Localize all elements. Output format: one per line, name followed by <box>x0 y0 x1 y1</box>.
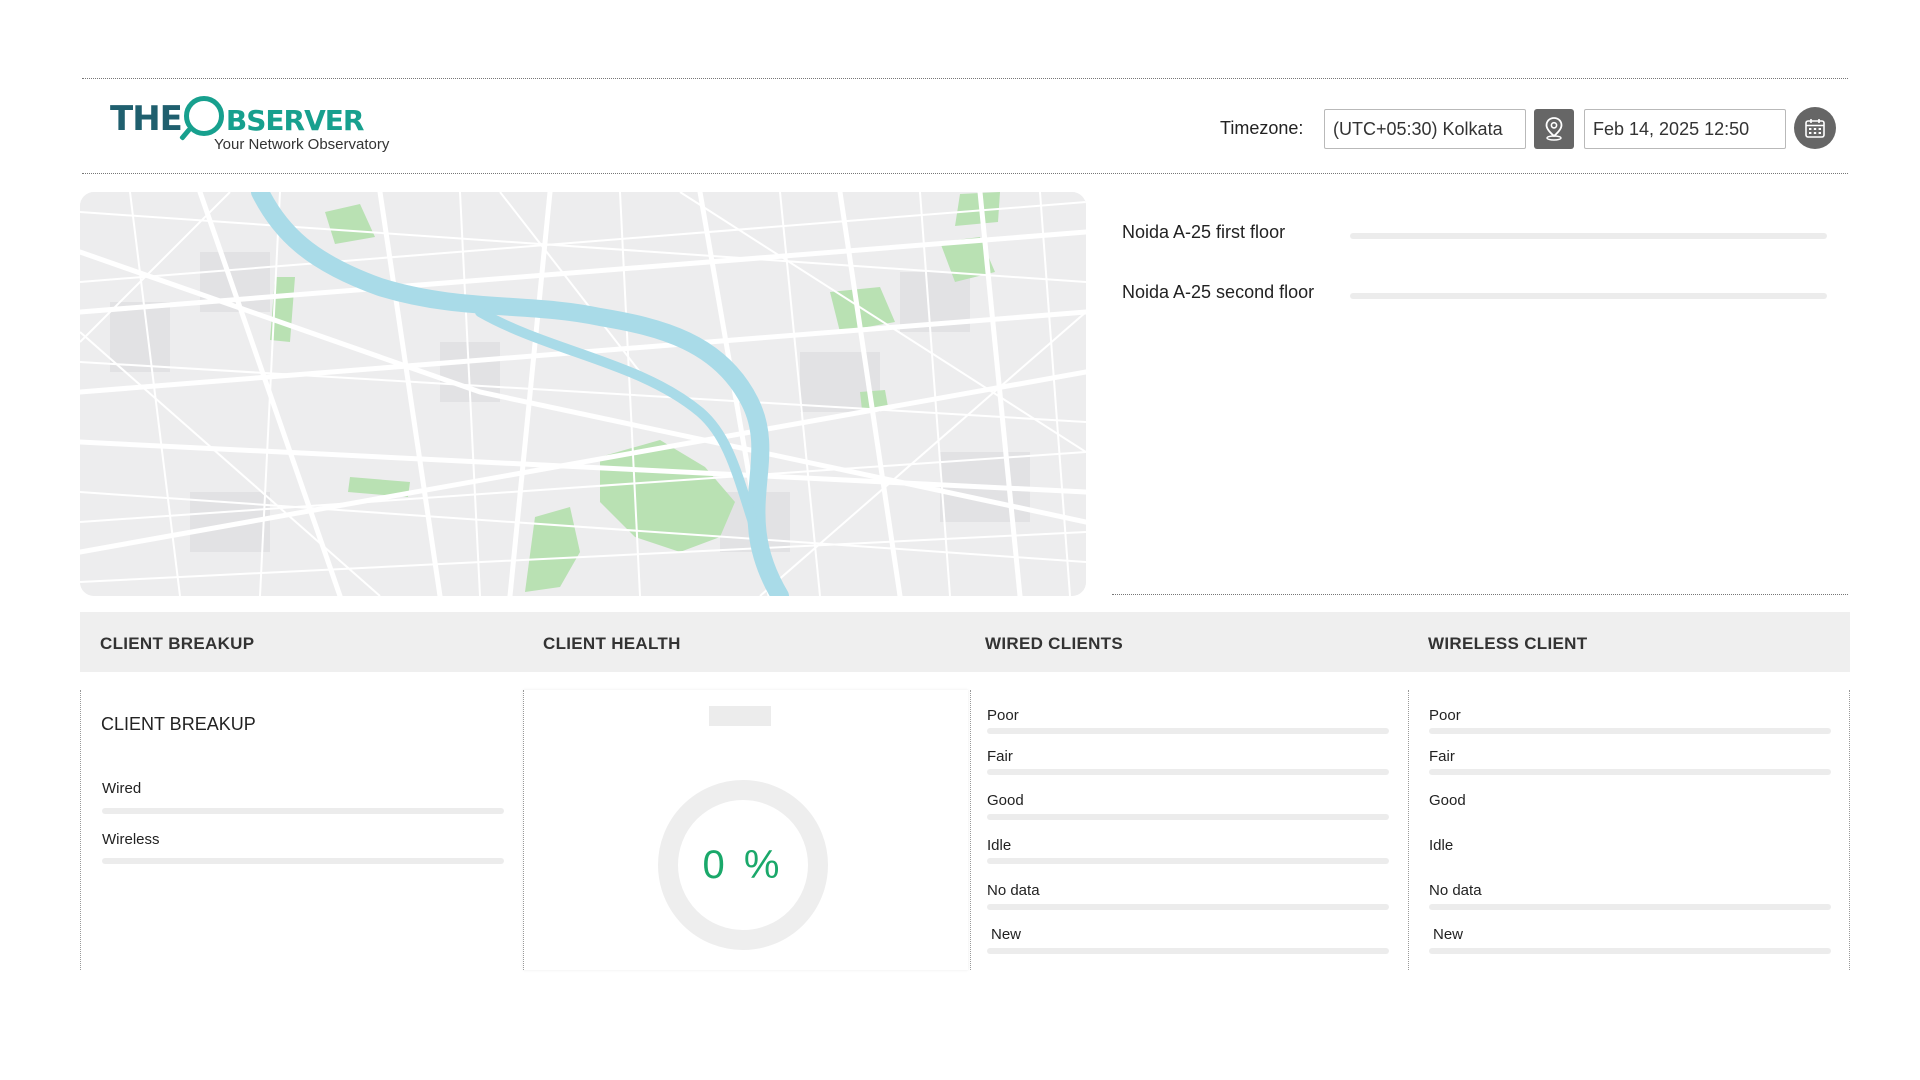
logo-wordmark: THE BSERVER <box>110 96 365 139</box>
section-title-wired-clients: WIRED CLIENTS <box>985 634 1124 653</box>
section-title-wireless-client: WIRELESS CLIENT <box>1428 634 1588 653</box>
magnifier-icon <box>183 96 224 136</box>
client-health-panel: 0 % <box>523 690 968 970</box>
floor-bar-first <box>1350 233 1827 239</box>
map-canvas <box>80 192 1086 596</box>
wired-label-fair: Fair <box>987 748 1013 765</box>
floor-list-divider <box>1112 594 1848 595</box>
wireless-label-good: Good <box>1429 792 1466 809</box>
wired-bar-new <box>987 948 1389 954</box>
wireless-bar-new <box>1429 948 1831 954</box>
section-header-bar: CLIENT BREAKUP CLIENT HEALTH WIRED CLIEN… <box>80 612 1850 672</box>
wireless-bar-fair <box>1429 769 1831 775</box>
header-divider <box>82 173 1848 174</box>
client-breakup-panel: CLIENT BREAKUP Wired Wireless <box>80 690 518 970</box>
wireless-label-new: New <box>1433 926 1464 943</box>
floor-bar-second <box>1350 293 1827 299</box>
datetime-field[interactable]: Feb 14, 2025 12:50 <box>1584 109 1786 149</box>
timezone-select[interactable]: (UTC+05:30) Kolkata <box>1324 109 1526 149</box>
wired-bar-fair <box>987 769 1389 775</box>
health-tab-placeholder <box>709 706 771 726</box>
client-breakup-heading: CLIENT BREAKUP <box>101 714 256 734</box>
calendar-icon <box>1805 119 1825 138</box>
wireless-label-idle: Idle <box>1429 837 1454 854</box>
logo-title-prefix: THE <box>110 99 183 139</box>
health-percent-value: 0 % <box>702 842 784 887</box>
site-map[interactable] <box>80 192 1086 596</box>
wired-label-good: Good <box>987 792 1024 809</box>
wireless-label-no-data: No data <box>1429 882 1482 899</box>
location-pin-icon <box>1545 117 1563 141</box>
logo-title-suffix: BSERVER <box>225 104 365 137</box>
app-logo: THE BSERVER Your Network Observatory <box>110 92 410 158</box>
wireless-label-fair: Fair <box>1429 748 1455 765</box>
wired-label-no-data: No data <box>987 882 1040 899</box>
wired-clients-panel: Poor Fair Good Idle No data New <box>970 690 1406 970</box>
wireless-label-poor: Poor <box>1429 707 1461 724</box>
breakup-label-wired: Wired <box>102 780 142 797</box>
floor-item-first[interactable]: Noida A-25 first floor <box>1122 222 1285 243</box>
section-title-client-health: CLIENT HEALTH <box>543 634 681 653</box>
wired-bar-poor <box>987 728 1389 734</box>
wired-label-poor: Poor <box>987 707 1019 724</box>
breakup-label-wireless: Wireless <box>102 831 160 848</box>
top-divider <box>82 78 1848 79</box>
wired-label-idle: Idle <box>987 837 1012 854</box>
breakup-bar-wireless <box>102 858 504 864</box>
section-title-client-breakup: CLIENT BREAKUP <box>100 634 255 653</box>
wired-bar-good <box>987 814 1389 820</box>
timezone-label: Timezone: <box>1220 118 1304 138</box>
wireless-client-panel: Poor Fair Good Idle No data New <box>1408 690 1850 970</box>
wired-bar-no-data <box>987 904 1389 910</box>
wired-bar-idle <box>987 858 1389 864</box>
wireless-bar-no-data <box>1429 904 1831 910</box>
floor-item-second[interactable]: Noida A-25 second floor <box>1122 282 1314 303</box>
wired-label-new: New <box>991 926 1022 943</box>
breakup-bar-wired <box>102 808 504 814</box>
calendar-button[interactable] <box>1794 107 1836 149</box>
wireless-bar-poor <box>1429 728 1831 734</box>
location-button[interactable] <box>1534 109 1574 149</box>
logo-tagline: Your Network Observatory <box>214 136 390 153</box>
